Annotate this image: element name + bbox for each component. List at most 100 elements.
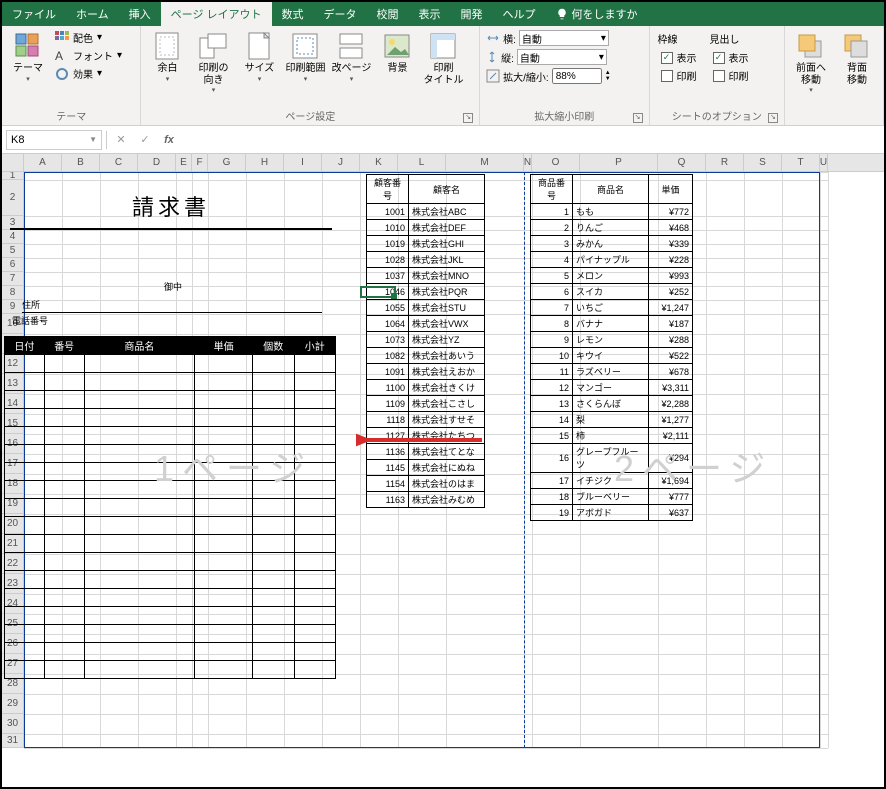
invoice-cell[interactable]: [44, 355, 84, 373]
table-row[interactable]: 17イチジク¥1,694: [531, 473, 693, 489]
gridlines-show-checkbox[interactable]: ✓表示: [658, 49, 700, 66]
invoice-cell[interactable]: [44, 481, 84, 499]
tab-file[interactable]: ファイル: [2, 2, 66, 26]
name-box[interactable]: K8▼: [6, 130, 102, 150]
invoice-cell[interactable]: [44, 463, 84, 481]
invoice-cell[interactable]: [84, 517, 195, 535]
worksheet-grid[interactable]: 1234567891011121314151617181920212223242…: [2, 172, 884, 789]
invoice-cell[interactable]: [294, 463, 335, 481]
invoice-cell[interactable]: [253, 535, 294, 553]
insert-function-button[interactable]: fx: [159, 130, 179, 150]
invoice-cell[interactable]: [84, 607, 195, 625]
invoice-cell[interactable]: [44, 553, 84, 571]
column-header[interactable]: J: [322, 154, 360, 171]
column-header[interactable]: D: [138, 154, 176, 171]
table-row[interactable]: 6スイカ¥252: [531, 284, 693, 300]
tab-view[interactable]: 表示: [409, 2, 451, 26]
themes-button[interactable]: テーマ ▾: [6, 29, 50, 85]
column-header[interactable]: K: [360, 154, 398, 171]
column-header[interactable]: S: [744, 154, 782, 171]
theme-fonts-button[interactable]: A フォント▾: [52, 47, 125, 64]
invoice-cell[interactable]: [5, 427, 45, 445]
invoice-cell[interactable]: [294, 607, 335, 625]
invoice-cell[interactable]: [294, 571, 335, 589]
invoice-cell[interactable]: [253, 571, 294, 589]
table-row[interactable]: 1もも¥772: [531, 204, 693, 220]
invoice-cell[interactable]: [84, 463, 195, 481]
table-row[interactable]: 9レモン¥288: [531, 332, 693, 348]
print-titles-button[interactable]: 印刷 タイトル: [421, 29, 465, 88]
invoice-cell[interactable]: [253, 499, 294, 517]
table-row[interactable]: 14梨¥1,277: [531, 412, 693, 428]
invoice-cell[interactable]: [294, 661, 335, 679]
table-row[interactable]: 1082株式会社あいう: [367, 348, 485, 364]
print-area-button[interactable]: 印刷範囲▾: [283, 29, 327, 85]
invoice-cell[interactable]: [84, 355, 195, 373]
invoice-cell[interactable]: [294, 643, 335, 661]
breaks-button[interactable]: 改ページ▾: [329, 29, 373, 85]
column-header[interactable]: Q: [658, 154, 706, 171]
table-row[interactable]: 7いちご¥1,247: [531, 300, 693, 316]
invoice-cell[interactable]: [44, 373, 84, 391]
column-header[interactable]: U: [820, 154, 828, 171]
theme-colors-button[interactable]: 配色▾: [52, 29, 125, 46]
column-header[interactable]: L: [398, 154, 446, 171]
invoice-cell[interactable]: [5, 607, 45, 625]
column-header[interactable]: H: [246, 154, 284, 171]
select-all-corner[interactable]: [2, 154, 24, 171]
invoice-cell[interactable]: [195, 463, 253, 481]
invoice-cell[interactable]: [44, 499, 84, 517]
column-header[interactable]: A: [24, 154, 62, 171]
invoice-cell[interactable]: [294, 499, 335, 517]
table-row[interactable]: 11ラズベリー¥678: [531, 364, 693, 380]
table-row[interactable]: 1019株式会社GHI: [367, 236, 485, 252]
invoice-cell[interactable]: [294, 355, 335, 373]
invoice-cell[interactable]: [195, 589, 253, 607]
table-row[interactable]: 1100株式会社きくけ: [367, 380, 485, 396]
invoice-cell[interactable]: [195, 553, 253, 571]
table-row[interactable]: 10キウイ¥522: [531, 348, 693, 364]
cancel-formula-button[interactable]: ✕: [111, 130, 131, 150]
invoice-cell[interactable]: [294, 481, 335, 499]
table-row[interactable]: 1109株式会社こさし: [367, 396, 485, 412]
invoice-cell[interactable]: [44, 535, 84, 553]
invoice-cell[interactable]: [84, 589, 195, 607]
sheet-options-dialog-launcher[interactable]: ↘: [768, 113, 778, 123]
invoice-cell[interactable]: [195, 607, 253, 625]
invoice-cell[interactable]: [253, 553, 294, 571]
invoice-cell[interactable]: [253, 355, 294, 373]
row-header[interactable]: 5: [2, 244, 24, 258]
invoice-cell[interactable]: [84, 499, 195, 517]
column-header[interactable]: P: [580, 154, 658, 171]
invoice-cell[interactable]: [44, 643, 84, 661]
row-header[interactable]: 9: [2, 300, 24, 314]
invoice-cell[interactable]: [253, 409, 294, 427]
tab-page-layout[interactable]: ページ レイアウト: [161, 2, 272, 26]
invoice-cell[interactable]: [84, 391, 195, 409]
invoice-cell[interactable]: [294, 373, 335, 391]
tab-review[interactable]: 校閲: [367, 2, 409, 26]
enter-formula-button[interactable]: ✓: [135, 130, 155, 150]
invoice-cell[interactable]: [5, 391, 45, 409]
tab-help[interactable]: ヘルプ: [493, 2, 546, 26]
invoice-cell[interactable]: [84, 661, 195, 679]
invoice-cell[interactable]: [253, 427, 294, 445]
column-header[interactable]: N: [524, 154, 532, 171]
table-row[interactable]: 12マンゴー¥3,311: [531, 380, 693, 396]
size-button[interactable]: サイズ▾: [237, 29, 281, 85]
invoice-cell[interactable]: [5, 463, 45, 481]
invoice-cell[interactable]: [253, 607, 294, 625]
row-header[interactable]: 30: [2, 714, 24, 734]
table-row[interactable]: 1127株式会社たちつ: [367, 428, 485, 444]
invoice-cell[interactable]: [44, 607, 84, 625]
invoice-cell[interactable]: [84, 427, 195, 445]
invoice-cell[interactable]: [195, 409, 253, 427]
invoice-cell[interactable]: [44, 661, 84, 679]
table-row[interactable]: 1001株式会社ABC: [367, 204, 485, 220]
scale-down-button[interactable]: ▼: [605, 76, 611, 82]
table-row[interactable]: 1091株式会社えおか: [367, 364, 485, 380]
invoice-cell[interactable]: [5, 445, 45, 463]
gridlines-print-checkbox[interactable]: 印刷: [658, 67, 700, 84]
invoice-cell[interactable]: [195, 427, 253, 445]
table-row[interactable]: 1028株式会社JKL: [367, 252, 485, 268]
